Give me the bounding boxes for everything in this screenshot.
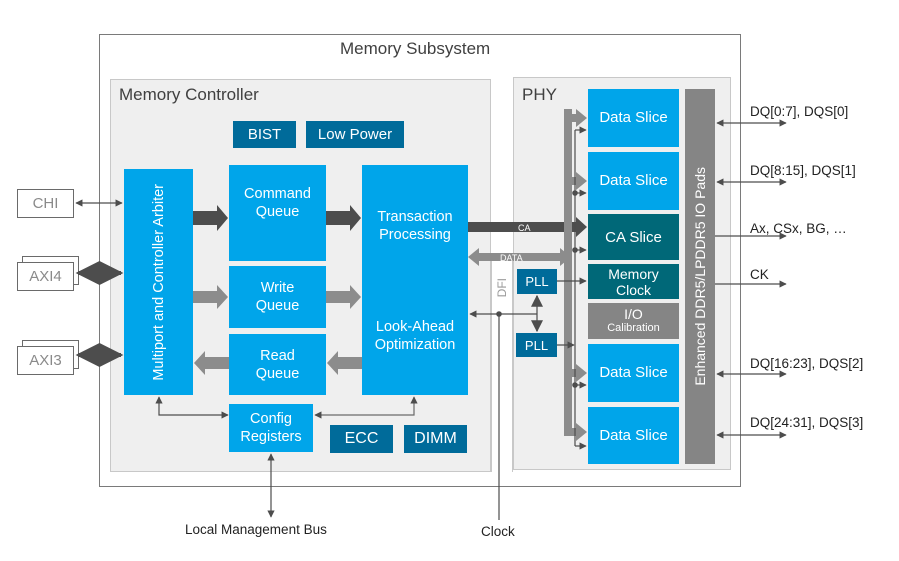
signal-ca: Ax, CSx, BG, … [750,221,847,236]
port-links [75,199,124,367]
read-to-arbiter-arrow [194,351,229,375]
signal-ck: CK [750,267,769,282]
signal-dq2: DQ[16:23], DQS[2] [750,356,864,371]
queue-arrows [193,205,362,375]
arbiter-to-write-arrow [193,285,228,309]
signal-dq0: DQ[0:7], DQS[0] [750,104,849,119]
config-links [155,396,418,518]
ca-bus-label: CA [518,223,531,233]
command-to-transaction-arrow [326,205,361,231]
local-management-bus-label: Local Management Bus [185,522,327,537]
transaction-to-read-arrow [327,351,362,375]
arbiter-to-command-arrow [193,205,228,231]
signal-dq1: DQ[8:15], DQS[1] [750,163,856,178]
data-bus-label: DATA [500,253,523,263]
write-to-transaction-arrow [326,285,361,309]
signal-dq3: DQ[24:31], DQS[3] [750,415,864,430]
clock-network [469,294,543,520]
clock-label: Clock [481,524,515,539]
